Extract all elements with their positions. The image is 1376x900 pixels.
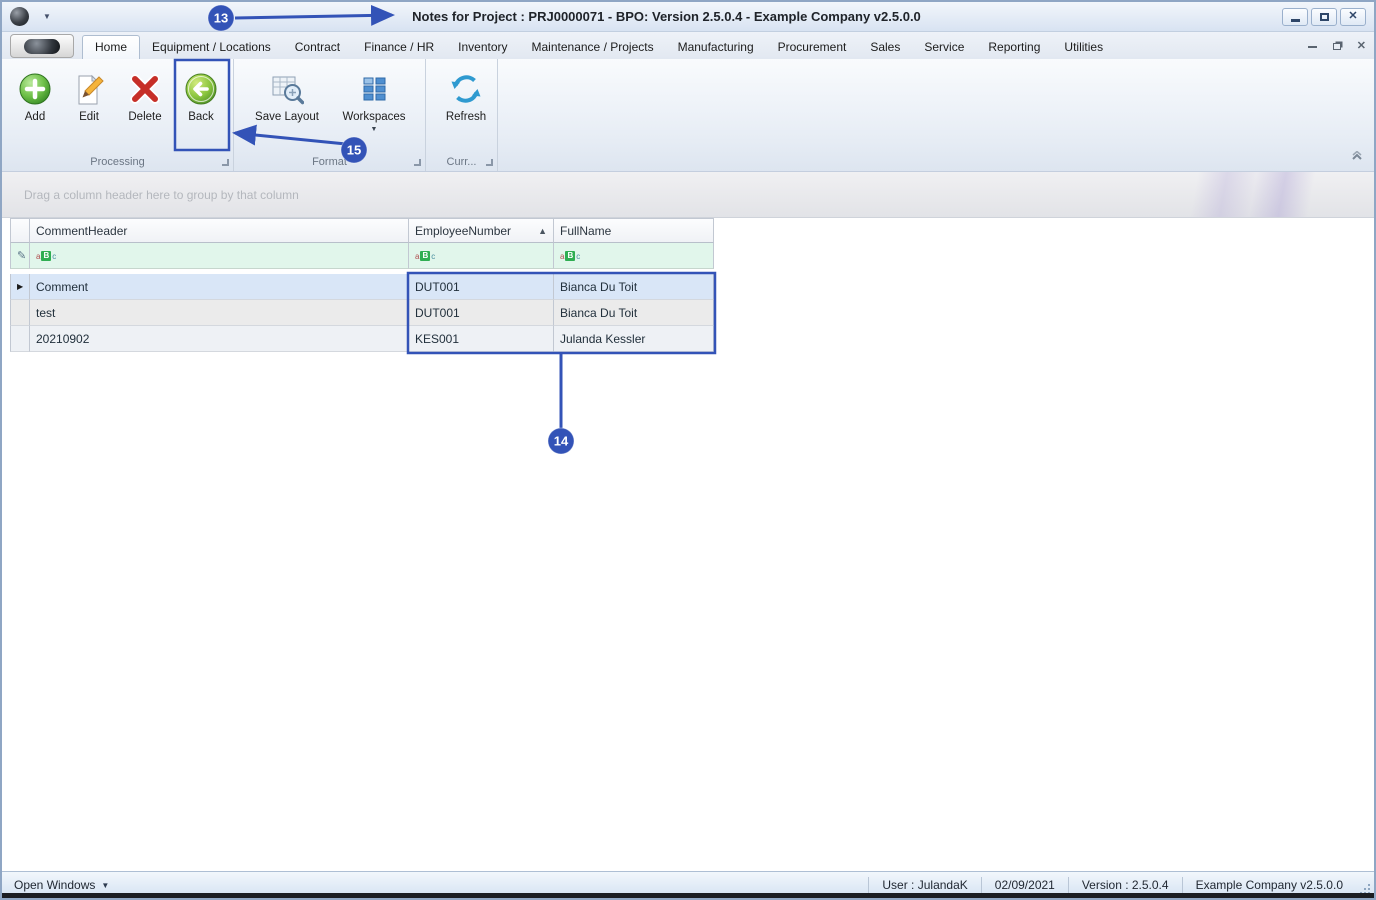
open-windows-dropdown-icon: ▼ (101, 880, 110, 890)
refresh-button[interactable]: Refresh (436, 71, 496, 124)
focused-row-indicator-icon: ▶ (17, 282, 24, 291)
refresh-icon (449, 72, 483, 106)
auto-filter-row: ✎ aBc aBc aBc (10, 243, 714, 269)
grid-cell[interactable]: DUT001 (409, 274, 554, 300)
annotation-badge-14 (547, 427, 575, 455)
status-version: Version : 2.5.0.4 (1067, 877, 1182, 893)
tab-maintenance-projects[interactable]: Maintenance / Projects (520, 36, 666, 59)
grid-cell[interactable]: test (30, 300, 409, 326)
maximize-button[interactable] (1311, 7, 1337, 26)
grid-cell[interactable]: 20210902 (30, 326, 409, 352)
group-label-processing: Processing (90, 156, 145, 168)
open-windows-button[interactable]: Open Windows ▼ (14, 878, 109, 892)
mdi-restore-icon[interactable] (1332, 43, 1341, 50)
dialog-launcher-icon[interactable] (486, 159, 493, 166)
ribbon: Add Edit Delete Back Processing Save Lay… (2, 59, 1374, 172)
filter-cell-employeenumber[interactable]: aBc (409, 243, 554, 269)
title-bar: ▼ Notes for Project : PRJ0000071 - BPO: … (2, 2, 1374, 32)
ribbon-group-format: Save Layout Workspaces ▼ Format (234, 59, 426, 171)
tab-finance-hr[interactable]: Finance / HR (352, 36, 446, 59)
grid-row[interactable]: ▶ Comment DUT001 Bianca Du Toit (10, 274, 714, 300)
edit-icon (72, 72, 106, 106)
text-filter-abc-icon: aBc (415, 250, 436, 261)
tab-service[interactable]: Service (912, 36, 976, 59)
dialog-launcher-icon[interactable] (414, 159, 421, 166)
maximize-icon (1319, 12, 1329, 21)
tab-inventory[interactable]: Inventory (446, 36, 519, 59)
close-button[interactable]: ✕ (1340, 7, 1366, 26)
text-filter-abc-icon: aBc (36, 250, 57, 261)
ribbon-group-processing: Add Edit Delete Back Processing (2, 59, 234, 171)
tab-utilities[interactable]: Utilities (1052, 36, 1115, 59)
tab-procurement[interactable]: Procurement (766, 36, 859, 59)
back-icon (184, 72, 218, 106)
svg-text:14: 14 (554, 434, 569, 449)
application-menu-button[interactable] (10, 34, 74, 58)
close-icon: ✕ (1348, 10, 1358, 22)
mdi-close-icon[interactable]: ✕ (1357, 41, 1366, 52)
minimize-icon (1290, 18, 1300, 22)
minimize-button[interactable] (1282, 7, 1308, 26)
delete-button[interactable]: Delete (118, 71, 172, 124)
taskbar-sliver (2, 893, 1374, 898)
column-header-fullname[interactable]: FullName (554, 218, 714, 243)
column-header-commentheader[interactable]: CommentHeader (30, 218, 409, 243)
notes-grid: CommentHeader EmployeeNumber ▲ FullName … (10, 218, 714, 352)
bpo-logo-icon (24, 38, 60, 54)
workspaces-dropdown-icon: ▼ (370, 126, 378, 134)
add-icon (18, 72, 52, 106)
application-window: ▼ Notes for Project : PRJ0000071 - BPO: … (0, 0, 1376, 900)
column-header-employeenumber[interactable]: EmployeeNumber ▲ (409, 218, 554, 243)
ribbon-tab-bar: Home Equipment / Locations Contract Fina… (2, 32, 1374, 60)
status-user: User : JulandaK (868, 877, 980, 893)
save-layout-icon (270, 72, 305, 106)
back-button[interactable]: Back (176, 71, 226, 124)
grid-cell[interactable]: Bianca Du Toit (554, 274, 714, 300)
ribbon-group-current: Refresh Curr... (426, 59, 498, 171)
group-by-panel[interactable]: Drag a column header here to group by th… (2, 172, 1374, 218)
window-title: Notes for Project : PRJ0000071 - BPO: Ve… (412, 9, 921, 24)
grid-row[interactable]: test DUT001 Bianca Du Toit (10, 300, 714, 326)
add-button[interactable]: Add (10, 71, 60, 124)
grid-row[interactable]: 20210902 KES001 Julanda Kessler (10, 326, 714, 352)
decorative-swoosh (1014, 172, 1374, 217)
row-indicator-cell: ▶ (10, 274, 30, 300)
filter-indicator-cell: ✎ (10, 243, 30, 269)
text-filter-abc-icon: aBc (560, 250, 581, 261)
group-label-format: Format (312, 156, 347, 168)
grid-cell[interactable]: Comment (30, 274, 409, 300)
grid-cell[interactable]: Bianca Du Toit (554, 300, 714, 326)
grid-cell[interactable]: DUT001 (409, 300, 554, 326)
tab-equipment-locations[interactable]: Equipment / Locations (140, 36, 283, 59)
filter-cell-fullname[interactable]: aBc (554, 243, 714, 269)
tab-home[interactable]: Home (82, 35, 141, 60)
mdi-minimize-icon[interactable] (1307, 45, 1317, 48)
filter-cell-commentheader[interactable]: aBc (30, 243, 409, 269)
status-date: 02/09/2021 (980, 877, 1068, 893)
tab-sales[interactable]: Sales (858, 36, 912, 59)
grid-header-row: CommentHeader EmployeeNumber ▲ FullName (10, 218, 714, 243)
group-by-hint: Drag a column header here to group by th… (24, 187, 299, 202)
save-layout-button[interactable]: Save Layout (248, 71, 326, 133)
delete-icon (128, 72, 162, 106)
grid-cell[interactable]: Julanda Kessler (554, 326, 714, 352)
header-indicator-cell (10, 218, 30, 243)
grid-cell[interactable]: KES001 (409, 326, 554, 352)
workspaces-button[interactable]: Workspaces ▼ (334, 71, 414, 133)
app-icon[interactable] (10, 7, 29, 26)
edit-button[interactable]: Edit (64, 71, 114, 124)
filter-row-icon: ✎ (17, 250, 27, 262)
sort-ascending-icon: ▲ (538, 225, 547, 236)
workspaces-icon (357, 72, 391, 106)
tab-manufacturing[interactable]: Manufacturing (666, 36, 766, 59)
quick-access-dropdown-icon[interactable]: ▼ (43, 12, 51, 21)
dialog-launcher-icon[interactable] (222, 159, 229, 166)
tab-reporting[interactable]: Reporting (976, 36, 1052, 59)
tab-contract[interactable]: Contract (283, 36, 352, 59)
row-indicator-cell (10, 326, 30, 352)
collapse-ribbon-icon[interactable] (1350, 148, 1364, 166)
status-company: Example Company v2.5.0.0 (1181, 877, 1356, 893)
row-indicator-cell (10, 300, 30, 326)
